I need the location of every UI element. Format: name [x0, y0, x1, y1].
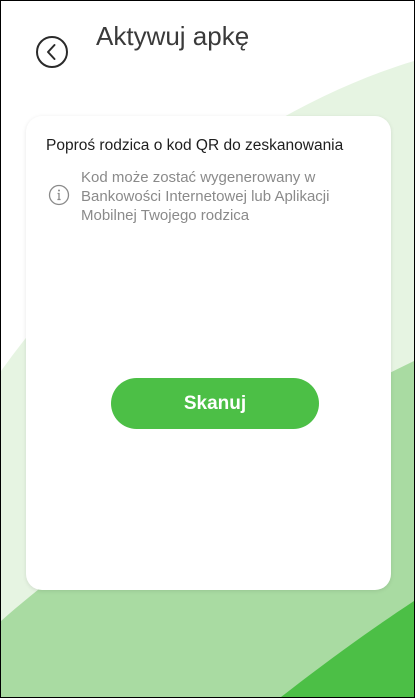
header: Aktywuj apkę	[1, 1, 414, 101]
info-icon	[48, 184, 70, 206]
card-heading: Poproś rodzica o kod QR do zeskanowania	[46, 137, 344, 154]
qr-request-card: Poproś rodzica o kod QR do zeskanowania …	[26, 116, 391, 590]
info-text: Kod może zostać wygenerowany w Bankowośc…	[81, 169, 330, 224]
scan-button[interactable]: Skanuj	[111, 378, 319, 429]
chevron-left-circle-icon	[36, 36, 68, 68]
back-button[interactable]	[34, 34, 70, 70]
page-title: Aktywuj apkę	[96, 21, 250, 51]
activation-screen: Aktywuj apkę Poproś rodzica o kod QR do …	[0, 0, 415, 698]
